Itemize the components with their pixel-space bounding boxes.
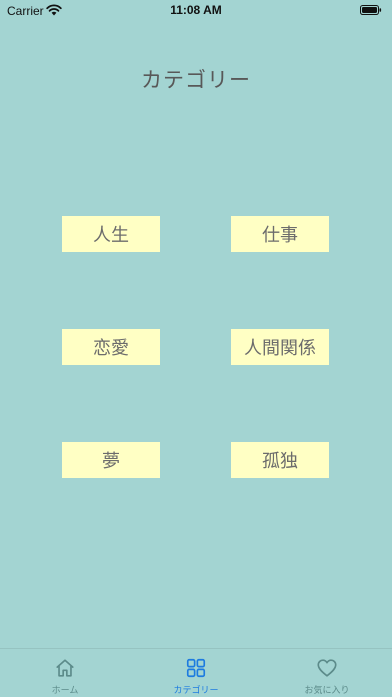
page-title: カテゴリー (141, 68, 251, 92)
category-button-yume[interactable]: 夢 (62, 442, 160, 478)
battery-icon (360, 5, 382, 15)
tab-home-label: ホーム (51, 686, 79, 696)
tab-category-label: カテゴリー (173, 686, 219, 696)
grid-icon (186, 658, 206, 678)
category-button-renai[interactable]: 恋愛 (62, 329, 160, 365)
category-button-kodoku[interactable]: 孤独 (231, 442, 329, 478)
category-button-shigoto[interactable]: 仕事 (231, 216, 329, 252)
clock: 11:08 AM (170, 3, 222, 17)
category-button-ningen-kankei[interactable]: 人間関係 (231, 329, 329, 365)
tab-bar: ホーム カテゴリー お気に入り (0, 648, 392, 697)
tab-home[interactable]: ホーム (0, 649, 130, 697)
tab-favorites-label: お気に入り (304, 686, 350, 696)
tab-favorites[interactable]: お気に入り (262, 649, 392, 697)
category-button-jinsei[interactable]: 人生 (62, 216, 160, 252)
home-icon (56, 659, 74, 677)
heart-icon (317, 659, 337, 677)
tab-category[interactable]: カテゴリー (131, 649, 261, 697)
status-bar: Carrier 11:08 AM (0, 0, 392, 22)
